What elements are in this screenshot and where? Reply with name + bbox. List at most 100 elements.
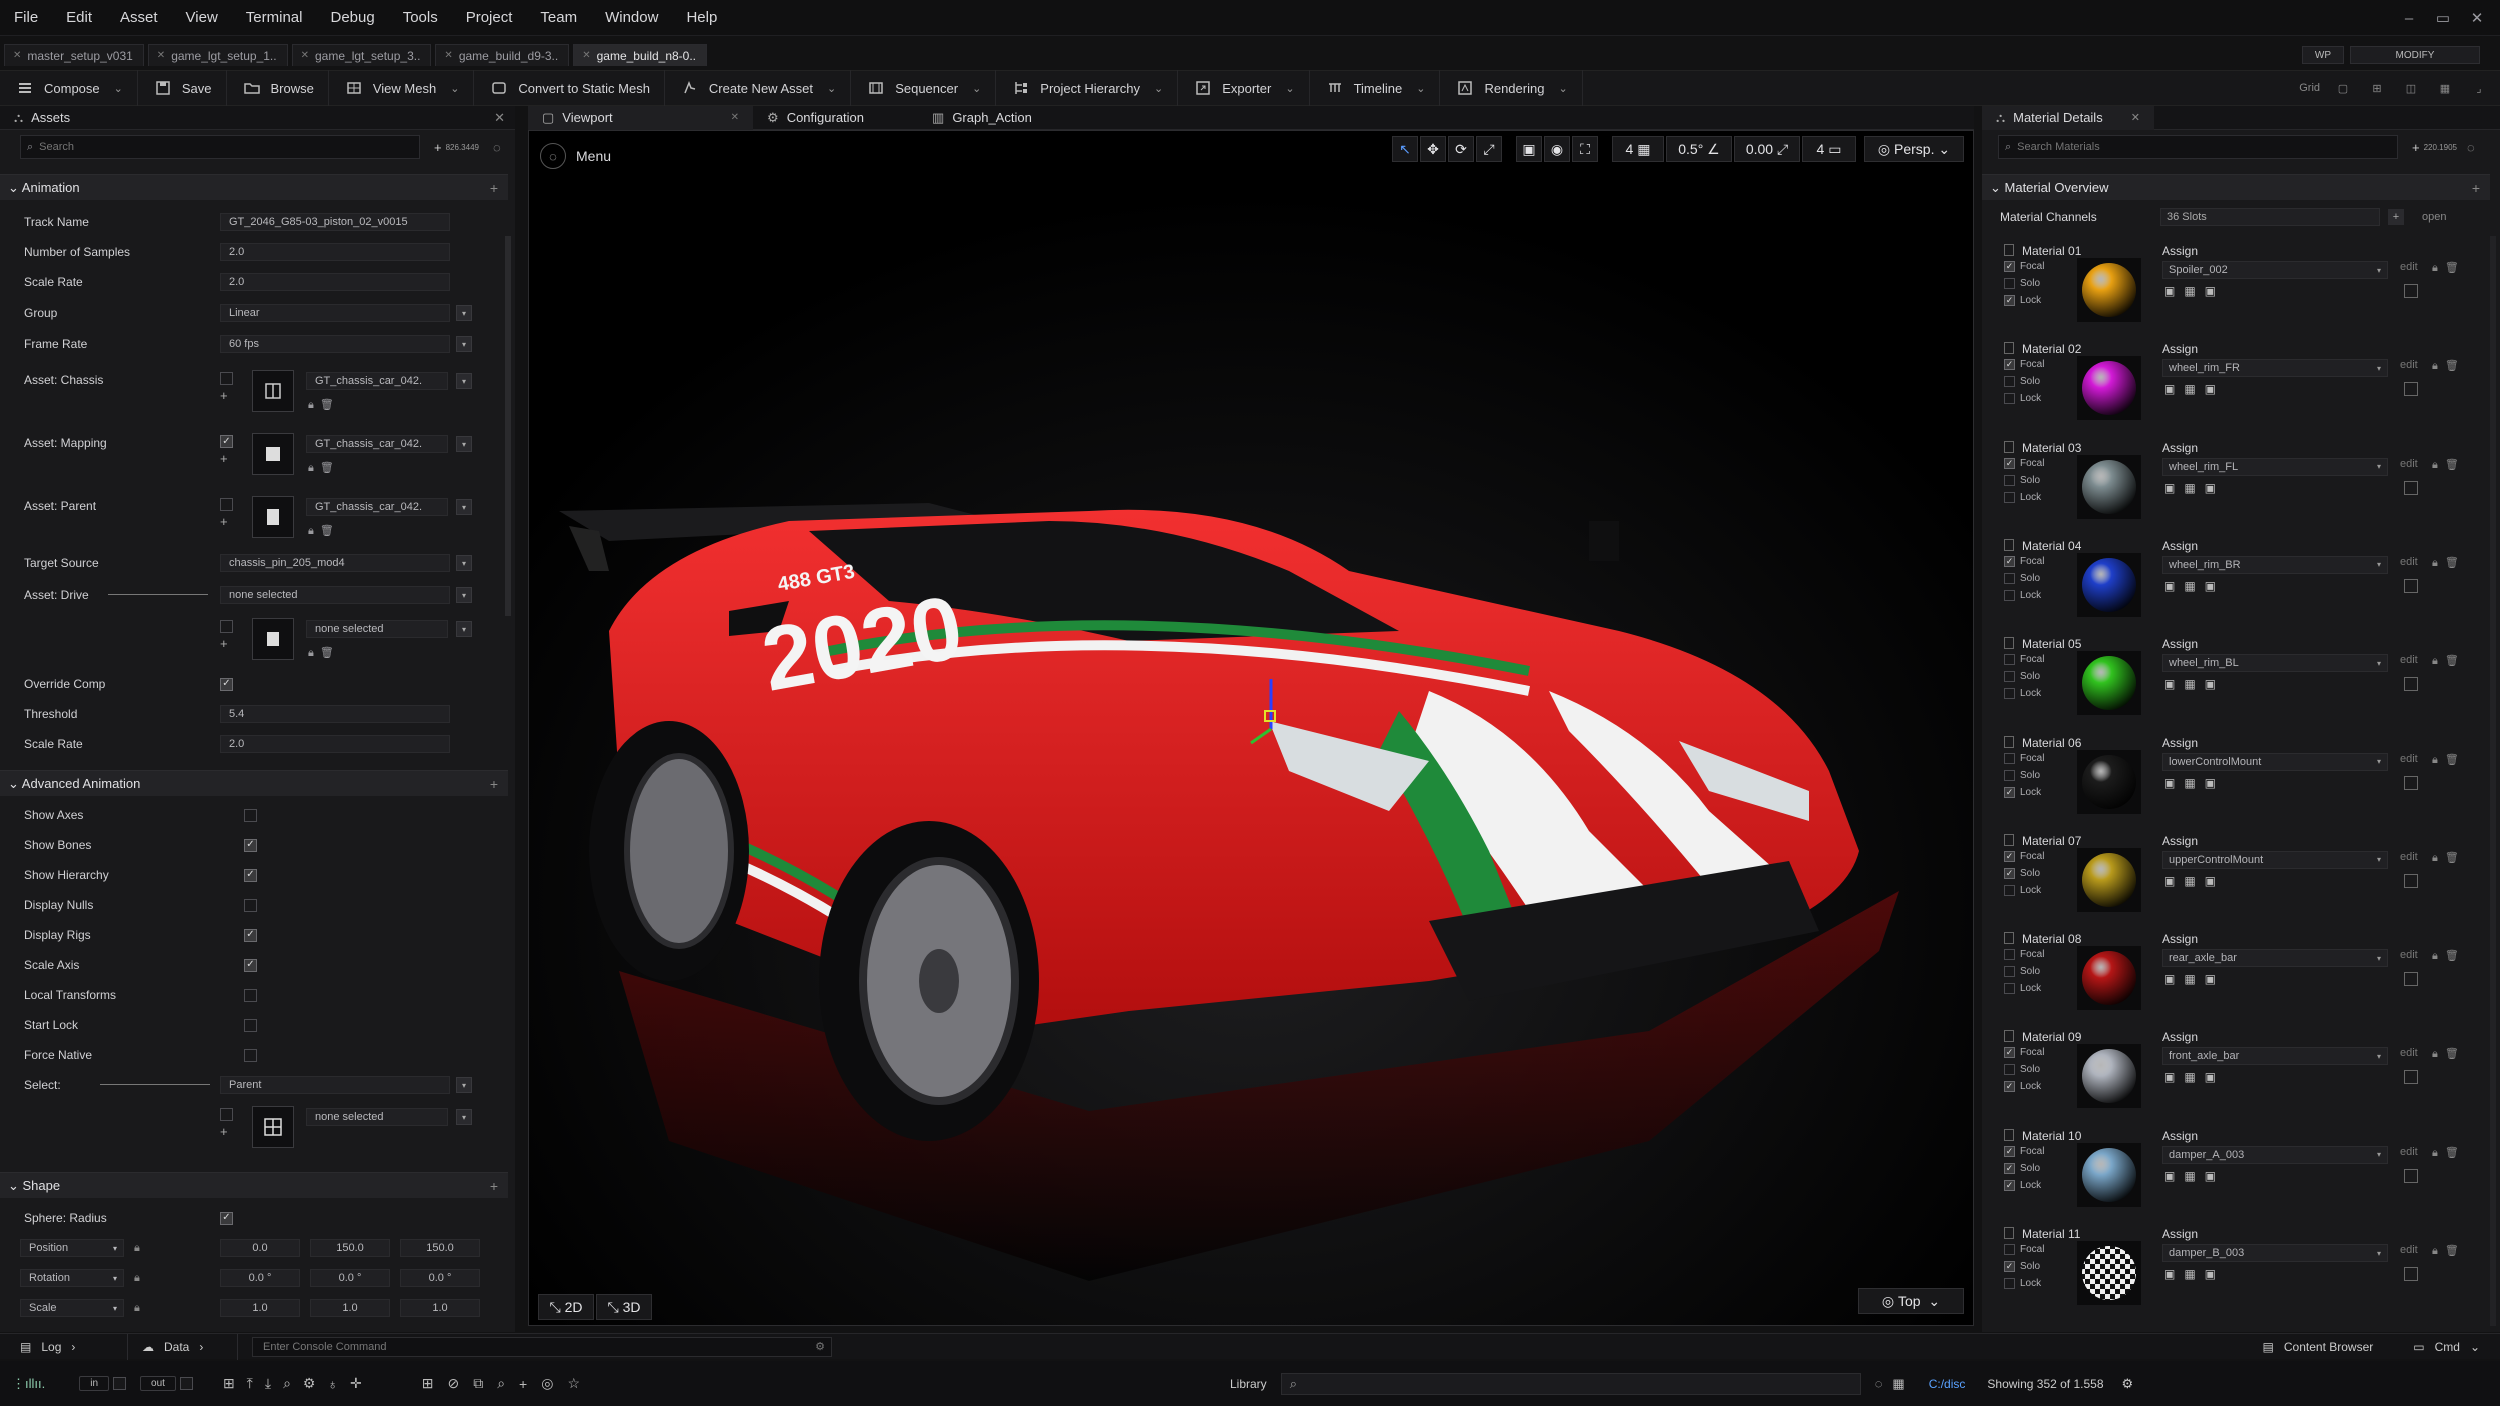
dropdown-arrow-icon[interactable]: ▾: [456, 587, 472, 603]
parent-checkbox[interactable]: [220, 498, 233, 511]
menu-tools[interactable]: Tools: [389, 0, 452, 36]
material-quick-icons[interactable]: ▣▦▣: [2164, 776, 2225, 790]
focal-checkbox[interactable]: ✓: [2004, 555, 2015, 567]
gear-icon[interactable]: ⚙: [2122, 1376, 2134, 1392]
add-icon[interactable]: +: [490, 180, 498, 196]
material-quick-icons[interactable]: ▣▦▣: [2164, 1169, 2225, 1183]
select-tool-icon[interactable]: ↖: [1392, 136, 1418, 162]
material-thumbnail[interactable]: [2077, 356, 2141, 421]
open-link[interactable]: open: [2422, 211, 2446, 223]
option-checkbox[interactable]: [244, 898, 257, 912]
compose-button[interactable]: Compose ⌄: [0, 70, 138, 106]
close-icon[interactable]: ✕: [13, 50, 21, 61]
lock-trash-icons[interactable]: 🔒︎🗑︎: [2432, 556, 2466, 570]
content-browser-button[interactable]: Content Browser: [2284, 1340, 2373, 1354]
data-tab[interactable]: ☁ Data ›: [128, 1333, 238, 1360]
edit-link[interactable]: edit: [2400, 851, 2418, 863]
expand-icon[interactable]: [2404, 677, 2418, 692]
project-hierarchy-button[interactable]: Project Hierarchy ⌄: [996, 70, 1179, 106]
material-quick-icons[interactable]: ▣▦▣: [2164, 481, 2225, 495]
position-mode-select[interactable]: Position ▾: [20, 1239, 124, 1257]
cmd-button[interactable]: Cmd: [2435, 1340, 2460, 1354]
rotation-y-field[interactable]: 0.0 °: [310, 1269, 390, 1287]
focal-checkbox[interactable]: ✓: [2004, 261, 2015, 272]
edit-link[interactable]: edit: [2400, 359, 2418, 371]
mode-2d-button[interactable]: ⤡ 2D: [538, 1294, 594, 1320]
expand-icon[interactable]: [2404, 382, 2418, 397]
scale-rate-field[interactable]: 2.0: [220, 273, 450, 291]
assign-select[interactable]: wheel_rim_BL ▾: [2162, 654, 2388, 673]
dropdown-arrow-icon[interactable]: ▾: [456, 305, 472, 321]
menu-help[interactable]: Help: [672, 0, 731, 36]
dropdown-arrow-icon[interactable]: ▾: [456, 373, 472, 389]
add-icon[interactable]: +: [519, 1376, 527, 1392]
lock-trash-icons[interactable]: 🔒︎🗑︎: [2432, 753, 2466, 767]
solo-checkbox[interactable]: [2004, 376, 2015, 388]
solo-checkbox[interactable]: [2004, 671, 2015, 683]
focus-icon[interactable]: ⛶: [1572, 136, 1598, 162]
solo-checkbox[interactable]: ✓: [2004, 1261, 2015, 1272]
lock-trash-icons[interactable]: 🔒︎🗑︎: [2432, 654, 2466, 668]
expand-icon[interactable]: [2404, 775, 2418, 790]
material-quick-icons[interactable]: ▣▦▣: [2164, 972, 2225, 986]
close-icon[interactable]: ✕: [494, 110, 505, 126]
add-slot-icon[interactable]: +: [2388, 209, 2404, 225]
select-parent-select[interactable]: Parent: [220, 1076, 450, 1094]
dropdown-arrow-icon[interactable]: ▾: [456, 1109, 472, 1125]
asset-drive-select[interactable]: none selected: [220, 586, 450, 604]
chassis-thumbnail[interactable]: [252, 370, 294, 412]
material-quick-icons[interactable]: ▣▦▣: [2164, 1070, 2225, 1084]
material-thumbnail[interactable]: [2077, 946, 2141, 1011]
edit-link[interactable]: edit: [2400, 556, 2418, 568]
tab-viewport[interactable]: ▢ Viewport ✕: [528, 105, 754, 130]
close-icon[interactable]: ✕: [2131, 111, 2140, 124]
edit-link[interactable]: edit: [2400, 949, 2418, 961]
visibility-icon[interactable]: ◉: [1544, 136, 1570, 162]
close-icon[interactable]: ✕: [444, 50, 452, 61]
rotation-mode-select[interactable]: Rotation ▾: [20, 1269, 124, 1287]
doc-tab-2[interactable]: ✕ game_lgt_setup_1..: [147, 44, 288, 66]
zoom-icon[interactable]: ⌕: [497, 1375, 505, 1392]
material-thumbnail[interactable]: [2077, 749, 2141, 814]
drive-checkbox[interactable]: [220, 620, 233, 633]
solo-checkbox[interactable]: [2004, 769, 2015, 781]
lock-icon[interactable]: 🔒︎: [134, 1302, 140, 1315]
expand-icon[interactable]: [2404, 480, 2418, 495]
viewport-menu[interactable]: ◌ Menu: [540, 142, 611, 170]
mapping-thumbnail[interactable]: [252, 433, 294, 475]
lock-checkbox[interactable]: ✓: [2004, 295, 2015, 306]
lock-trash-icons[interactable]: 🔒︎🗑︎: [2432, 851, 2466, 865]
upload-icon[interactable]: ⤒: [247, 1375, 253, 1392]
add-icon[interactable]: +: [434, 140, 442, 155]
crosshair-icon[interactable]: ✛: [350, 1375, 362, 1392]
tab-configuration[interactable]: ⚙ Configuration: [753, 106, 878, 130]
menu-team[interactable]: Team: [526, 0, 591, 36]
out-point[interactable]: out: [140, 1376, 193, 1391]
parent-asset-field[interactable]: GT_chassis_car_042.: [306, 498, 448, 516]
doc-tab-1[interactable]: ✕ master_setup_v031: [4, 44, 144, 66]
dropdown-arrow-icon[interactable]: ▾: [456, 336, 472, 352]
add-icon[interactable]: +: [220, 388, 228, 403]
target-source-select[interactable]: chassis_pin_205_mod4: [220, 554, 450, 572]
lock-checkbox[interactable]: [2004, 688, 2015, 700]
close-icon[interactable]: ✕: [157, 50, 165, 61]
dropdown-arrow-icon[interactable]: ▾: [456, 436, 472, 452]
offset-button[interactable]: 0.00 ⤢: [1734, 136, 1800, 162]
materials-search[interactable]: ⌕: [1998, 135, 2398, 159]
layout-more-icon[interactable]: ⌟: [2468, 77, 2490, 99]
refresh-icon[interactable]: ◌: [1875, 1376, 1883, 1391]
lock-trash-icons[interactable]: 🔒︎🗑︎: [308, 646, 340, 660]
material-thumbnail[interactable]: [2077, 552, 2141, 617]
mapping-asset-field[interactable]: GT_chassis_car_042.: [306, 435, 448, 453]
move-tool-icon[interactable]: ✥: [1420, 136, 1446, 162]
lock-icon[interactable]: 🔒︎: [134, 1242, 140, 1255]
option-checkbox[interactable]: ✓: [244, 868, 257, 882]
scale-rate-2-field[interactable]: 2.0: [220, 735, 450, 753]
select-asset-field[interactable]: none selected: [306, 1108, 448, 1126]
dropdown-arrow-icon[interactable]: ▾: [456, 1077, 472, 1093]
assign-select[interactable]: wheel_rim_BR ▾: [2162, 555, 2388, 574]
cycle-icon[interactable]: ⊘: [447, 1375, 459, 1392]
layout-single-icon[interactable]: ▢: [2332, 77, 2354, 99]
add-icon[interactable]: +: [490, 776, 498, 792]
menu-terminal[interactable]: Terminal: [232, 0, 317, 36]
